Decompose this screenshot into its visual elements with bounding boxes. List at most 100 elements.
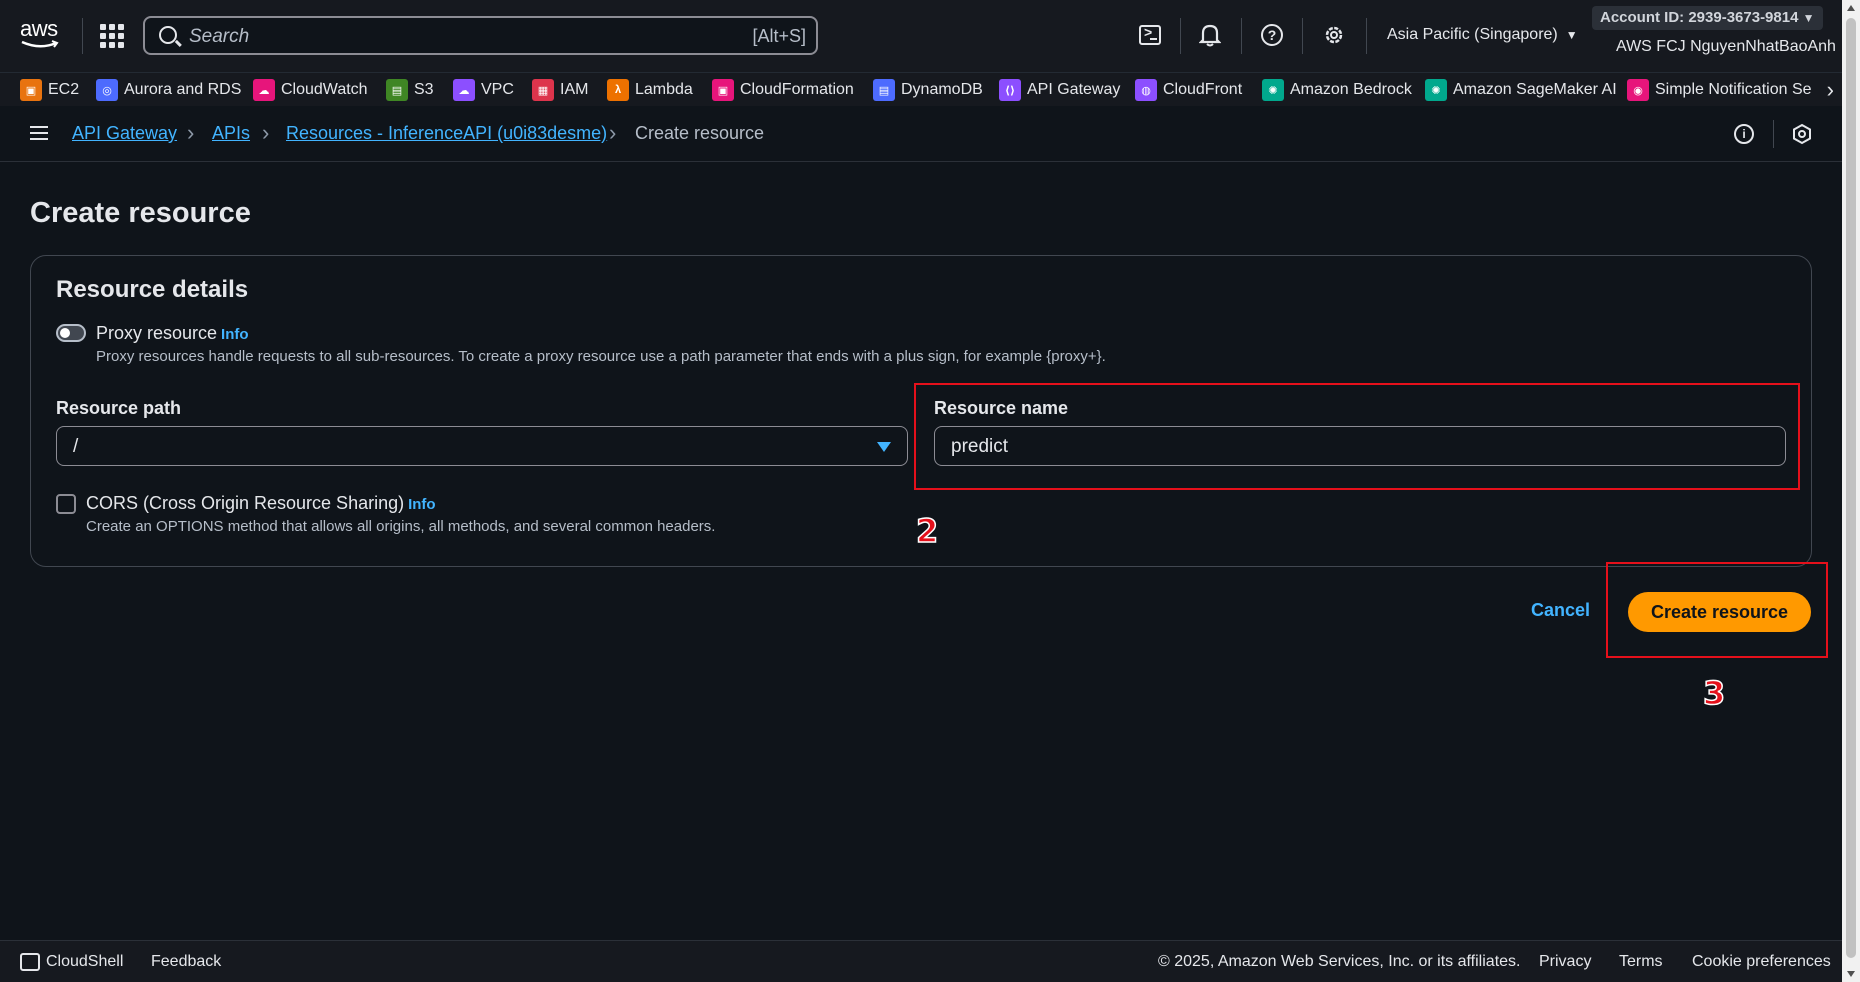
region-selector[interactable]: Asia Pacific (Singapore) ▼: [1387, 26, 1578, 44]
cors-description: Create an OPTIONS method that allows all…: [86, 518, 716, 535]
highlight-resource-name: [914, 383, 1800, 490]
favorite-aurora-rds[interactable]: ◎ Aurora and RDS: [96, 77, 241, 103]
favorite-sns[interactable]: ◉ Simple Notification Se: [1627, 77, 1815, 103]
divider: [1366, 18, 1367, 54]
dynamodb-icon: ▤: [873, 79, 895, 101]
footer-privacy[interactable]: Privacy: [1539, 953, 1591, 971]
ec2-icon: ▣: [20, 79, 42, 101]
chevron-right-icon[interactable]: ›: [1827, 77, 1834, 103]
cloudshell-icon: [1139, 24, 1161, 45]
cloudfront-icon: ◍: [1135, 79, 1157, 101]
notifications-button[interactable]: [1197, 22, 1223, 48]
favorite-dynamodb[interactable]: ▤ DynamoDB: [873, 77, 983, 103]
step-2-marker: 2: [915, 511, 939, 551]
favorite-cloudwatch[interactable]: ☁ CloudWatch: [253, 77, 368, 103]
cors-info-link[interactable]: Info: [408, 496, 436, 513]
cloudwatch-icon: ☁: [253, 79, 275, 101]
proxy-resource-description: Proxy resources handle requests to all s…: [96, 348, 1106, 365]
footer-feedback[interactable]: Feedback: [151, 953, 221, 971]
vpc-icon: ☁: [453, 79, 475, 101]
favorite-lambda[interactable]: λ Lambda: [607, 77, 693, 103]
proxy-resource-label: Proxy resource Info: [96, 323, 249, 343]
scroll-down-icon[interactable]: [1847, 971, 1855, 977]
scrollbar-thumb[interactable]: [1846, 18, 1856, 958]
scroll-up-icon[interactable]: [1847, 5, 1855, 11]
favorite-cloudformation[interactable]: ▣ CloudFormation: [712, 77, 854, 103]
search-input[interactable]: Search: [189, 26, 249, 48]
favorite-sagemaker[interactable]: ✺ Amazon SageMaker AI: [1425, 77, 1617, 103]
menu-icon[interactable]: [30, 126, 48, 140]
breadcrumb-api-gateway[interactable]: API Gateway: [72, 123, 177, 144]
cors-checkbox[interactable]: [56, 494, 76, 514]
search-icon: [159, 26, 177, 44]
api-gateway-icon: ⟨⟩: [999, 79, 1021, 101]
footer-copyright: © 2025, Amazon Web Services, Inc. or its…: [1158, 953, 1521, 970]
cloudformation-icon: ▣: [712, 79, 734, 101]
step-3-marker: 3: [1702, 673, 1726, 713]
highlight-create-button: [1606, 562, 1828, 658]
caret-down-icon: ▼: [1802, 11, 1815, 25]
sns-icon: ◉: [1627, 79, 1649, 101]
resource-path-label: Resource path: [56, 398, 182, 418]
info-panel-icon[interactable]: i: [1734, 124, 1754, 144]
breadcrumb-current: Create resource: [635, 123, 765, 143]
favorite-vpc[interactable]: ☁ VPC: [453, 77, 514, 103]
favorite-bedrock[interactable]: ✺ Amazon Bedrock: [1262, 77, 1412, 103]
divider: [1773, 120, 1774, 148]
footer-cloudshell[interactable]: CloudShell: [46, 953, 123, 971]
s3-icon: ▤: [386, 79, 408, 101]
breadcrumb: API Gateway › APIs › Resources - Inferen…: [0, 106, 1842, 162]
account-id: Account ID: 2939-3673-9814: [1600, 9, 1799, 26]
proxy-resource-toggle[interactable]: [56, 324, 86, 342]
aws-logo-text: aws: [20, 16, 58, 41]
bedrock-icon: ✺: [1262, 79, 1284, 101]
search-shortcut: [Alt+S]: [752, 26, 806, 46]
footer: CloudShell Feedback © 2025, Amazon Web S…: [0, 940, 1842, 982]
account-menu[interactable]: Account ID: 2939-3673-9814 ▼: [1592, 6, 1823, 30]
footer-cookie-preferences[interactable]: Cookie preferences: [1692, 953, 1831, 971]
favorite-s3[interactable]: ▤ S3: [386, 77, 434, 103]
caret-down-icon: [877, 442, 891, 452]
divider: [1302, 18, 1303, 54]
preferences-icon[interactable]: [1791, 123, 1813, 145]
iam-icon: ▦: [532, 79, 554, 101]
services-grid-icon[interactable]: [100, 24, 124, 48]
favorite-ec2[interactable]: ▣ EC2: [20, 77, 79, 103]
favorite-cloudfront[interactable]: ◍ CloudFront: [1135, 77, 1242, 103]
help-button[interactable]: ?: [1259, 22, 1285, 48]
divider: [82, 18, 83, 54]
cloudshell-icon: [20, 953, 40, 971]
lambda-icon: λ: [607, 79, 629, 101]
divider: [1241, 18, 1242, 54]
divider: [1180, 18, 1181, 54]
resource-path-value: /: [73, 436, 79, 457]
breadcrumb-apis[interactable]: APIs: [212, 123, 250, 144]
scrollbar[interactable]: [1842, 0, 1860, 982]
favorite-api-gateway[interactable]: ⟨⟩ API Gateway: [999, 77, 1120, 103]
chevron-right-icon: ›: [187, 120, 195, 145]
proxy-info-link[interactable]: Info: [221, 326, 249, 343]
chevron-right-icon: ›: [609, 120, 617, 145]
favorite-iam[interactable]: ▦ IAM: [532, 77, 588, 103]
resource-path-select[interactable]: /: [56, 426, 908, 466]
cancel-button[interactable]: Cancel: [1531, 600, 1590, 621]
region-label: Asia Pacific (Singapore): [1387, 26, 1558, 43]
top-navigation: aws Search [Alt+S] ? Asia Pacific (Singa: [0, 0, 1842, 72]
caret-down-icon: ▼: [1565, 28, 1578, 42]
chevron-right-icon: ›: [262, 120, 270, 145]
help-icon: ?: [1261, 24, 1283, 46]
cors-label: CORS (Cross Origin Resource Sharing) Info: [86, 493, 436, 513]
aws-smile-icon: [21, 40, 59, 48]
settings-button[interactable]: [1321, 22, 1347, 48]
footer-terms[interactable]: Terms: [1619, 953, 1663, 971]
cloudshell-button[interactable]: [1137, 22, 1163, 48]
breadcrumb-resources[interactable]: Resources - InferenceAPI (u0i83desme): [286, 123, 607, 144]
aws-logo[interactable]: aws: [20, 18, 64, 52]
page-title: Create resource: [30, 197, 251, 229]
card-title: Resource details: [56, 276, 249, 303]
rds-icon: ◎: [96, 79, 118, 101]
search-box[interactable]: Search [Alt+S]: [143, 16, 818, 55]
account-user: AWS FCJ NguyenNhatBaoAnh: [1616, 38, 1836, 55]
sagemaker-icon: ✺: [1425, 79, 1447, 101]
favorites-bar: ▣ EC2 ◎ Aurora and RDS ☁ CloudWatch ▤ S3 ☁ VP…: [0, 72, 1842, 106]
